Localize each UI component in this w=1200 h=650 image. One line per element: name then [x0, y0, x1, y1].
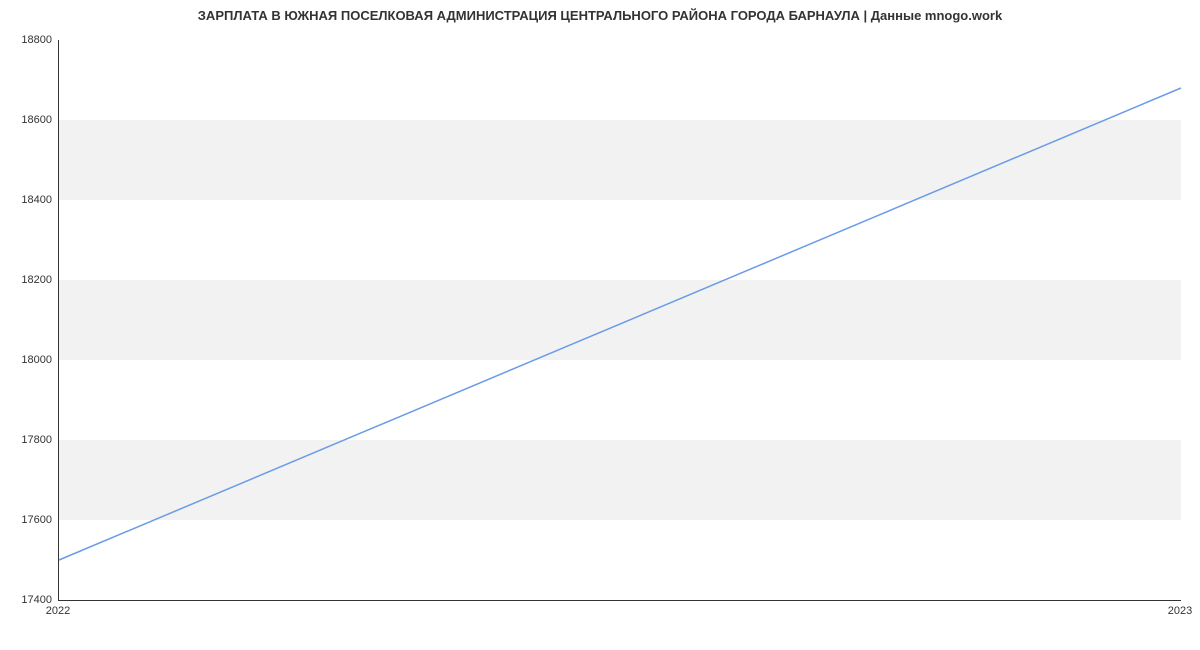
y-tick-label: 18800: [8, 34, 52, 46]
chart-series-line: [59, 88, 1181, 560]
plot-area: [58, 40, 1181, 601]
chart-title: ЗАРПЛАТА В ЮЖНАЯ ПОСЕЛКОВАЯ АДМИНИСТРАЦИ…: [0, 8, 1200, 23]
chart-container: ЗАРПЛАТА В ЮЖНАЯ ПОСЕЛКОВАЯ АДМИНИСТРАЦИ…: [0, 0, 1200, 650]
y-tick-label: 18000: [8, 354, 52, 366]
y-tick-label: 18400: [8, 194, 52, 206]
y-tick-label: 18200: [8, 274, 52, 286]
y-tick-label: 17800: [8, 434, 52, 446]
y-tick-label: 18600: [8, 114, 52, 126]
y-tick-label: 17600: [8, 514, 52, 526]
x-tick-label: 2023: [1168, 605, 1192, 617]
chart-line-layer: [59, 40, 1181, 600]
x-tick-label: 2022: [46, 605, 70, 617]
